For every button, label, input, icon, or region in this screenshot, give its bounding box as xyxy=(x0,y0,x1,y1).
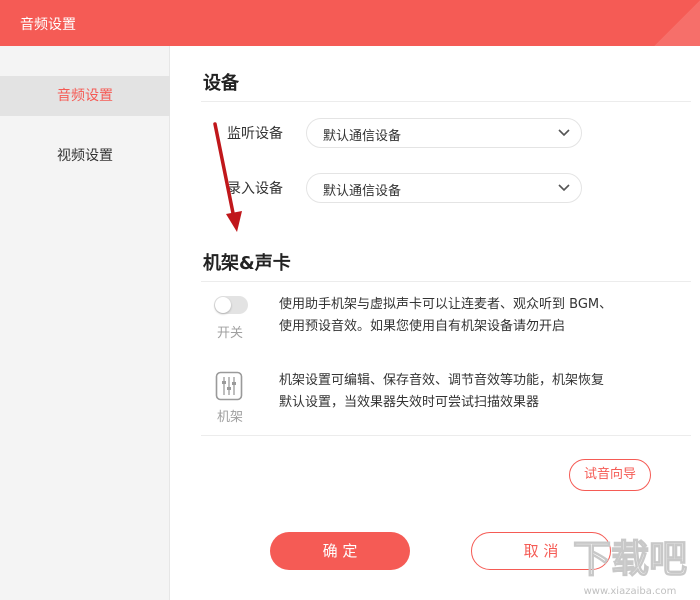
record-device-select[interactable]: 默认通信设备 xyxy=(306,173,582,203)
watermark-text: 下载吧 xyxy=(573,537,687,581)
monitor-device-value: 默认通信设备 xyxy=(323,129,402,144)
red-arrow-annotation xyxy=(213,122,242,232)
title-bar-corner-decoration xyxy=(654,0,700,46)
rack-caption: 机架 xyxy=(217,410,244,425)
watermark-url: www.xiazaiba.com xyxy=(584,586,677,597)
watermark-logo: 下载吧 www.xiazaiba.com xyxy=(572,536,687,597)
title-bar: 音频设置 xyxy=(0,0,700,46)
chevron-down-icon xyxy=(558,129,570,137)
sidebar-item-label: 音频设置 xyxy=(57,88,113,104)
switch-caption: 开关 xyxy=(217,326,244,341)
switch-description-line: 使用助手机架与虚拟声卡可以让连麦者、观众听到 BGM、 xyxy=(279,297,613,312)
section-title-rack-soundcard: 机架&声卡 xyxy=(203,253,291,274)
divider xyxy=(201,435,691,436)
rack-description-line: 机架设置可编辑、保存音效、调节音效等功能，机架恢复 xyxy=(279,373,605,388)
sidebar: 音频设置 视频设置 xyxy=(0,46,170,600)
rack-icon[interactable] xyxy=(215,371,243,401)
divider xyxy=(201,101,691,102)
sidebar-item-label: 视频设置 xyxy=(57,148,113,164)
confirm-button[interactable]: 确 定 xyxy=(270,532,410,570)
chevron-down-icon xyxy=(558,184,570,192)
monitor-device-select[interactable]: 默认通信设备 xyxy=(306,118,582,148)
window-title: 音频设置 xyxy=(20,17,76,33)
switch-knob xyxy=(215,297,231,313)
sidebar-item-video-settings[interactable]: 视频设置 xyxy=(0,136,170,176)
main-panel: 设备 监听设备 默认通信设备 录入设备 默认通信设备 机架&声卡 开关 使用助手… xyxy=(171,46,700,600)
switch-description: 使用助手机架与虚拟声卡可以让连麦者、观众听到 BGM、 使用预设音效。如果您使用… xyxy=(279,294,659,338)
sidebar-item-audio-settings[interactable]: 音频设置 xyxy=(0,76,170,116)
rack-description: 机架设置可编辑、保存音效、调节音效等功能，机架恢复 默认设置，当效果器失效时可尝… xyxy=(279,370,659,414)
rack-soundcard-switch[interactable] xyxy=(214,296,248,314)
rack-description-line: 默认设置，当效果器失效时可尝试扫描效果器 xyxy=(279,395,540,410)
sound-test-wizard-button[interactable]: 试音向导 xyxy=(569,459,651,491)
divider xyxy=(201,281,691,282)
section-title-device: 设备 xyxy=(203,73,239,94)
record-device-value: 默认通信设备 xyxy=(323,184,402,199)
switch-description-line: 使用预设音效。如果您使用自有机架设备请勿开启 xyxy=(279,319,566,334)
